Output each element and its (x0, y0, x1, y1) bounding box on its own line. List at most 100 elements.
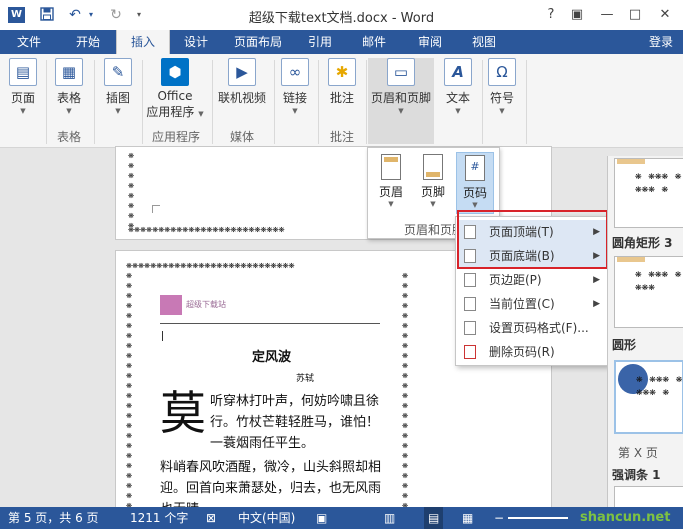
macro-icon[interactable]: ▣ (316, 507, 327, 529)
title-bar: W ↶ ▾ ↻ ▾ 超级下载text文档.docx - Word ? ▣ — □… (0, 0, 683, 30)
submenu-arrow-icon: ▶ (593, 299, 600, 309)
poem-line-5: 迎。回首向来萧瑟处，归去，也无风雨 (160, 481, 382, 496)
menu-item-current-position[interactable]: 当前位置(C) ▶ (457, 292, 608, 316)
header-footer-label: 页眉和页脚 (370, 91, 431, 105)
word-count[interactable]: 1211 个字 (130, 507, 188, 529)
omega-icon: Ω (488, 58, 516, 86)
link-label: 链接 (282, 91, 307, 105)
remove-page-number-icon (464, 345, 476, 359)
page-number-button[interactable]: # 页码 ▼ (456, 152, 494, 214)
poem-author: 苏轼 (296, 374, 315, 384)
poem-line-1: 听穿林打叶声，何妨吟啸且徐 (210, 394, 380, 409)
comment-group-label: 批注 (329, 130, 354, 144)
page-margin-icon (464, 273, 476, 287)
close-button[interactable]: ✕ (654, 6, 676, 24)
ribbon-insert: ▤ 页面 ▼ ▦ 表格 ▼ 表格 ✎ 插图 ▼ ⬢ Office 应用程序 ▼ … (0, 54, 683, 148)
highlight-box (457, 210, 608, 269)
office-store-icon: ⬢ (161, 58, 189, 86)
comment-label: 批注 (329, 91, 354, 105)
status-bar: 第 5 页，共 6 页 1211 个字 ⊠ 中文(中国) ▣ ▥ ▤ ▦ − s… (0, 507, 683, 529)
drop-cap: 莫 (160, 386, 206, 440)
office-apps-line2: 应用程序 (146, 105, 195, 119)
ribbon-tab-bar: 文件 开始 插入 设计 页面布局 引用 邮件 审阅 视图 登录 (0, 30, 683, 54)
zoom-out-icon[interactable]: − (494, 507, 504, 529)
office-apps-button[interactable]: ⬢ Office 应用程序 ▼ (144, 58, 206, 120)
poem-line-4: 料峭春风吹酒醒，微冷，山头斜照却相 (160, 460, 382, 475)
tab-file[interactable]: 文件 (0, 30, 58, 54)
apps-group-label: 应用程序 (151, 130, 200, 144)
symbol-button[interactable]: Ω 符号 ▼ (484, 58, 520, 115)
table-label: 表格 (56, 91, 81, 105)
help-button[interactable]: ? (540, 6, 562, 24)
gallery-thumb-rounded[interactable]: ❋ ❋❋❋ ❋ ❋❋❋ ❋ (614, 158, 683, 228)
page-label: 页面 (10, 91, 35, 105)
header-logo (160, 295, 182, 315)
link-icon: ∞ (281, 58, 309, 86)
poem-title: 定风波 (252, 350, 292, 365)
read-mode-icon[interactable]: ▥ (384, 507, 395, 529)
header-footer-button[interactable]: ▭ 页眉和页脚 ▼ (368, 58, 434, 144)
header-button[interactable]: 页眉 ▼ (372, 152, 410, 214)
zoom-slider[interactable] (508, 517, 568, 519)
gallery-label-accent: 强调条 1 (612, 468, 661, 482)
header-doc-icon (381, 154, 401, 180)
comment-icon: ✱ (328, 58, 356, 86)
text-label: 文本 (445, 91, 470, 105)
illustration-button[interactable]: ✎ 插图 ▼ (98, 58, 138, 115)
page-count[interactable]: 第 5 页，共 6 页 (8, 507, 99, 529)
tab-design[interactable]: 设计 (172, 30, 220, 54)
page-number-gallery[interactable]: ❋ ❋❋❋ ❋ ❋❋❋ ❋ 圆角矩形 3 ❋ ❋❋❋ ❋ ❋❋❋ 圆形 ❋ ❋❋… (607, 156, 683, 516)
tab-insert[interactable]: 插入 (116, 30, 170, 54)
menu-item-remove-page-number[interactable]: 删除页码(R) (457, 340, 608, 364)
header-footer-icon: ▭ (387, 58, 415, 86)
gallery-thumb-circle[interactable]: ❋ ❋❋❋ ❋ ❋❋❋ ❋ (614, 360, 683, 434)
page-icon: ▤ (9, 58, 37, 86)
page-number-doc-icon: # (465, 155, 485, 181)
online-video-button[interactable]: ▶ 联机视频 (214, 58, 270, 106)
ribbon-display-button[interactable]: ▣ (566, 6, 588, 24)
text-icon: A (444, 58, 472, 86)
page-number-label: 页码 (462, 186, 487, 200)
media-group-label: 媒体 (229, 130, 254, 144)
proofing-icon[interactable]: ⊠ (206, 507, 216, 529)
language-status[interactable]: 中文(中国) (238, 507, 295, 529)
menu-item-format-page-number[interactable]: 设置页码格式(F)... (457, 316, 608, 340)
maximize-button[interactable]: □ (624, 6, 646, 24)
gallery-label-rounded: 圆角矩形 3 (612, 236, 673, 250)
watermark-text: shancun.net (580, 510, 671, 525)
header-label: 页眉 (378, 185, 403, 199)
footer-label: 页脚 (420, 185, 445, 199)
poem-line-2: 行。竹杖芒鞋轻胜马，谁怕！ (210, 415, 380, 430)
login-link[interactable]: 登录 (649, 30, 673, 54)
video-icon: ▶ (228, 58, 256, 86)
submenu-arrow-icon: ▶ (593, 275, 600, 285)
gallery-thumb-rounded-preview[interactable]: ❋ ❋❋❋ ❋ ❋❋❋ (614, 256, 683, 328)
link-button[interactable]: ∞ 链接 ▼ (276, 58, 314, 115)
poem-line-3: 一蓑烟雨任平生。 (210, 436, 315, 451)
tab-view[interactable]: 视图 (462, 30, 506, 54)
header-text: 超级下载站 (186, 300, 226, 309)
online-video-label: 联机视频 (217, 91, 266, 105)
tab-home[interactable]: 开始 (62, 30, 114, 54)
gallery-label-circle: 圆形 (612, 338, 637, 352)
format-page-number-icon (464, 321, 476, 335)
minimize-button[interactable]: — (596, 6, 618, 24)
table-button[interactable]: ▦ 表格 ▼ (50, 58, 88, 115)
current-position-icon (464, 297, 476, 311)
illustration-label: 插图 (105, 91, 130, 105)
tab-mailings[interactable]: 邮件 (352, 30, 396, 54)
comment-button[interactable]: ✱ 批注 (322, 58, 362, 106)
page-button[interactable]: ▤ 页面 ▼ (4, 58, 42, 115)
tab-review[interactable]: 审阅 (408, 30, 452, 54)
tab-references[interactable]: 引用 (298, 30, 342, 54)
menu-item-page-margin[interactable]: 页边距(P) ▶ (457, 268, 608, 292)
footer-button[interactable]: 页脚 ▼ (414, 152, 452, 214)
gallery-label-x-page: 第 X 页 (618, 446, 658, 460)
text-button[interactable]: A 文本 ▼ (438, 58, 478, 115)
footer-doc-icon (423, 154, 443, 180)
office-apps-line1: Office (157, 89, 193, 103)
print-layout-icon[interactable]: ▤ (424, 507, 444, 529)
table-group-label: 表格 (56, 130, 81, 144)
tab-page-layout[interactable]: 页面布局 (226, 30, 290, 54)
web-layout-icon[interactable]: ▦ (462, 507, 473, 529)
